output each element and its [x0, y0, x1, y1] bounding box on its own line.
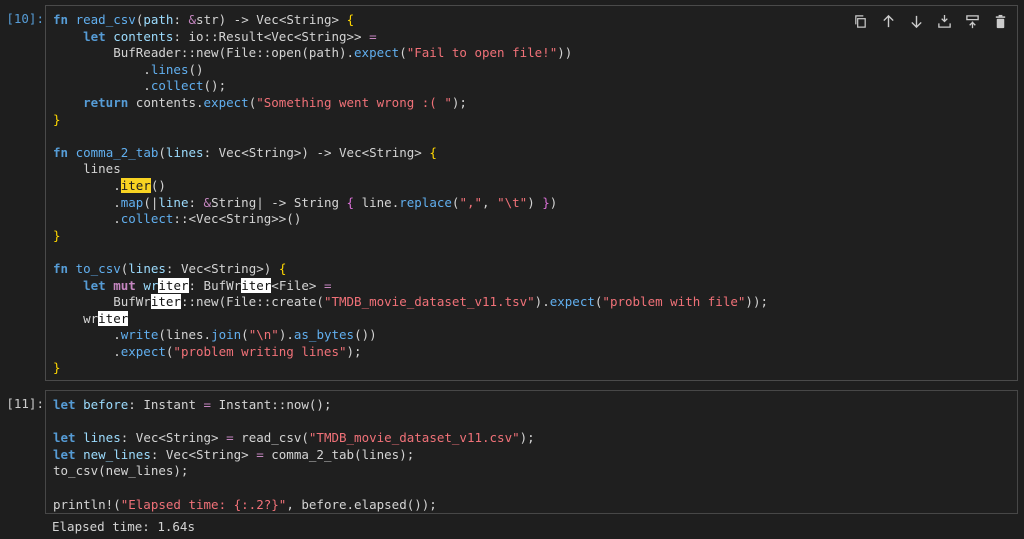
code-line: fn to_csv(lines: Vec<String>) { — [53, 260, 287, 276]
code-line: .expect("problem writing lines"); — [53, 343, 362, 359]
code-line: fn comma_2_tab(lines: Vec<String>) -> Ve… — [53, 144, 437, 160]
cell-prompt: [11]: — [6, 396, 44, 411]
code-block[interactable]: fn read_csv(path: &str) -> Vec<String> {… — [53, 12, 1017, 377]
code-line: let mut writer: BufWriter<File> = — [83, 277, 332, 293]
code-line: .lines() — [53, 61, 204, 77]
code-line: } — [53, 227, 61, 243]
code-line: .collect::<Vec<String>>() — [53, 211, 302, 227]
copy-icon[interactable] — [850, 11, 870, 31]
code-line: to_csv(new_lines); — [53, 463, 189, 479]
code-line: .collect(); — [53, 78, 227, 94]
code-line: let lines: Vec<String> = read_csv("TMDB_… — [53, 430, 535, 446]
code-line: BufWriter::new(File::create("TMDB_movie_… — [53, 294, 768, 310]
code-block[interactable]: let before: Instant = Instant::now(); le… — [53, 397, 1017, 513]
code-line: fn read_csv(path: &str) -> Vec<String> { — [53, 12, 355, 27]
code-line: } — [53, 360, 61, 376]
cell-output: Elapsed time: 1.64s — [52, 519, 195, 534]
code-line: println!("Elapsed time: {:.2?}", before.… — [53, 496, 437, 512]
code-line: let before: Instant = Instant::now(); — [53, 397, 332, 412]
code-line: return contents.expect("Something went w… — [83, 94, 467, 110]
delete-icon[interactable] — [990, 11, 1010, 31]
insert-below-icon[interactable] — [962, 11, 982, 31]
code-cell-11[interactable]: [11]: let before: Instant = Instant::now… — [0, 390, 1024, 539]
code-line: let new_lines: Vec<String> = comma_2_tab… — [53, 446, 415, 462]
move-up-icon[interactable] — [878, 11, 898, 31]
code-cell-10[interactable]: [10]: fn read_csv(path: &str) -> Vec<Str… — [0, 5, 1024, 381]
insert-above-icon[interactable] — [934, 11, 954, 31]
cell-editor[interactable]: fn read_csv(path: &str) -> Vec<String> {… — [45, 5, 1018, 381]
cell-toolbar — [850, 11, 1010, 31]
code-line: let contents: io::Result<Vec<String>> = — [83, 28, 377, 44]
code-line: writer — [53, 310, 129, 326]
code-line: .write(lines.join("\n").as_bytes()) — [53, 327, 377, 343]
code-line: .map(|line: &String| -> String { line.re… — [53, 194, 558, 210]
cell-editor[interactable]: let before: Instant = Instant::now(); le… — [45, 390, 1018, 514]
cell-prompt: [10]: — [6, 11, 44, 26]
code-line: } — [53, 111, 61, 127]
code-line: lines — [53, 161, 121, 177]
code-line: BufReader::new(File::open(path).expect("… — [53, 45, 573, 61]
move-down-icon[interactable] — [906, 11, 926, 31]
code-line: .iter() — [53, 177, 166, 193]
